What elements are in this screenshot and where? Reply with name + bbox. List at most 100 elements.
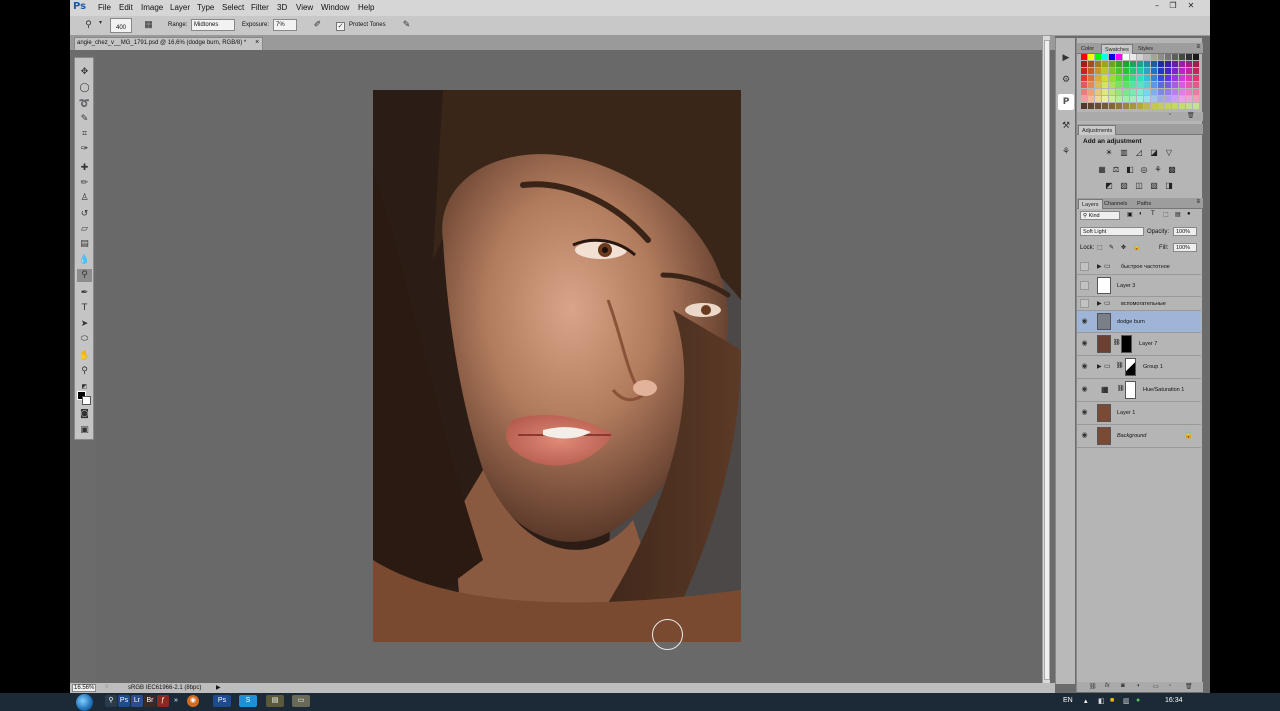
swatch[interactable] xyxy=(1088,75,1094,81)
swatch[interactable] xyxy=(1130,96,1136,102)
swatch[interactable] xyxy=(1193,68,1199,74)
curves-icon[interactable]: ◿ xyxy=(1134,148,1144,158)
black-white-icon[interactable]: ◧ xyxy=(1125,165,1135,175)
gradient-map-icon[interactable]: ▧ xyxy=(1149,181,1159,191)
eraser-icon[interactable]: ▱ xyxy=(77,223,92,236)
swatch[interactable] xyxy=(1158,75,1164,81)
vertical-scroll-thumb[interactable] xyxy=(1044,40,1050,680)
status-menu-arrow-icon[interactable]: ▶ xyxy=(216,684,221,691)
swatch[interactable] xyxy=(1151,61,1157,67)
tray-app-icon[interactable]: ◧ xyxy=(1098,697,1105,705)
swatch[interactable] xyxy=(1102,82,1108,88)
layers-panel-menu-icon[interactable]: ≡ xyxy=(1196,199,1200,205)
swatch[interactable] xyxy=(1172,82,1178,88)
type-tool-icon[interactable]: T xyxy=(77,302,92,315)
swatch[interactable] xyxy=(1151,103,1157,109)
tool-presets-icon[interactable]: ⚒ xyxy=(1058,118,1074,134)
menu-file[interactable]: File xyxy=(98,3,111,12)
swatch[interactable] xyxy=(1137,103,1143,109)
swatch[interactable] xyxy=(1193,82,1199,88)
swatch[interactable] xyxy=(1109,54,1115,60)
swatch[interactable] xyxy=(1116,75,1122,81)
swatch[interactable] xyxy=(1186,82,1192,88)
expand-chevron-icon[interactable]: ▶ xyxy=(1097,300,1102,307)
taskbar-br-icon[interactable]: Br xyxy=(144,695,156,707)
tray-notify-icon[interactable]: ■ xyxy=(1110,697,1114,704)
filter-adjustment-icon[interactable]: ◐ xyxy=(1139,211,1143,217)
swatch[interactable] xyxy=(1137,89,1143,95)
swatch[interactable] xyxy=(1102,103,1108,109)
swatch[interactable] xyxy=(1186,89,1192,95)
tool-preset-arrow-icon[interactable]: ▾ xyxy=(94,19,107,32)
swatch[interactable] xyxy=(1095,68,1101,74)
swatch[interactable] xyxy=(1151,82,1157,88)
hue-saturation-icon[interactable]: ▦ xyxy=(1097,165,1107,175)
paragraph-icon[interactable]: P xyxy=(1058,94,1074,110)
layer-row[interactable]: ◉ Background 🔒 xyxy=(1077,425,1201,448)
swatch[interactable] xyxy=(1081,68,1087,74)
panel-menu-icon[interactable]: ≡ xyxy=(1196,44,1200,50)
swatch[interactable] xyxy=(1144,96,1150,102)
actions-play-icon[interactable]: ▶ xyxy=(1058,50,1074,66)
healing-brush-icon[interactable]: ✚ xyxy=(77,162,92,175)
exposure-input[interactable]: 7% xyxy=(273,19,297,31)
swatch[interactable] xyxy=(1144,68,1150,74)
menu-window[interactable]: Window xyxy=(321,3,349,12)
swatch[interactable] xyxy=(1165,103,1171,109)
swatch[interactable] xyxy=(1130,89,1136,95)
menu-help[interactable]: Help xyxy=(358,3,374,12)
menu-filter[interactable]: Filter xyxy=(251,3,269,12)
swatch[interactable] xyxy=(1186,75,1192,81)
zoom-level-field[interactable]: 16.56% xyxy=(72,684,96,692)
brush-presets-icon[interactable]: ⚙ xyxy=(1058,72,1074,88)
brush-size-picker[interactable]: 400 xyxy=(110,18,132,33)
swatch[interactable] xyxy=(1088,68,1094,74)
swatch[interactable] xyxy=(1186,96,1192,102)
taskbar-lr-icon[interactable]: Lr xyxy=(131,695,143,707)
swatch[interactable] xyxy=(1144,61,1150,67)
swatch[interactable] xyxy=(1095,89,1101,95)
swatch[interactable] xyxy=(1137,82,1143,88)
swatch[interactable] xyxy=(1186,68,1192,74)
swatch[interactable] xyxy=(1081,54,1087,60)
path-select-icon[interactable]: ➤ xyxy=(77,318,92,331)
new-adjustment-layer-icon[interactable]: ◐ xyxy=(1137,683,1141,689)
swatch[interactable] xyxy=(1130,68,1136,74)
eye-icon[interactable]: ◉ xyxy=(1080,339,1089,348)
swatch[interactable] xyxy=(1123,82,1129,88)
swatch[interactable] xyxy=(1172,96,1178,102)
visibility-toggle[interactable] xyxy=(1080,262,1089,271)
start-button[interactable] xyxy=(76,694,93,711)
protect-tones-checkbox[interactable]: ✓ xyxy=(336,22,345,31)
lock-transparent-icon[interactable]: ⬚ xyxy=(1097,244,1103,251)
network-icon[interactable]: ▥ xyxy=(1123,697,1130,705)
clone-source-icon[interactable]: ⚘ xyxy=(1058,144,1074,160)
layer-row-selected[interactable]: ◉ dodge burn xyxy=(1077,311,1201,333)
swatch[interactable] xyxy=(1165,89,1171,95)
swatch[interactable] xyxy=(1165,75,1171,81)
clock[interactable]: 16:34 xyxy=(1165,697,1183,704)
swatch[interactable] xyxy=(1116,96,1122,102)
swatch[interactable] xyxy=(1179,75,1185,81)
swatch[interactable] xyxy=(1151,68,1157,74)
swatch[interactable] xyxy=(1102,96,1108,102)
swatch[interactable] xyxy=(1165,82,1171,88)
taskbar-ps-icon[interactable]: Ps xyxy=(118,695,130,707)
quick-select-icon[interactable]: ✎ xyxy=(77,113,92,126)
tab-swatches[interactable]: Swatches xyxy=(1101,44,1133,54)
swatch[interactable] xyxy=(1095,54,1101,60)
swatch[interactable] xyxy=(1130,75,1136,81)
swatch[interactable] xyxy=(1123,54,1129,60)
gradient-icon[interactable]: ▤ xyxy=(77,238,92,251)
swatch[interactable] xyxy=(1095,103,1101,109)
swatch[interactable] xyxy=(1088,82,1094,88)
menu-3d[interactable]: 3D xyxy=(277,3,287,12)
vibrance-icon[interactable]: ▽ xyxy=(1164,148,1174,158)
canvas-area[interactable] xyxy=(96,50,1042,684)
swatch[interactable] xyxy=(1137,75,1143,81)
photo-filter-icon[interactable]: ◎ xyxy=(1139,165,1149,175)
expand-chevron-icon[interactable]: ▶ xyxy=(1097,263,1102,270)
posterize-icon[interactable]: ▨ xyxy=(1119,181,1129,191)
tab-layers[interactable]: Layers xyxy=(1078,199,1103,209)
swatch[interactable] xyxy=(1081,103,1087,109)
